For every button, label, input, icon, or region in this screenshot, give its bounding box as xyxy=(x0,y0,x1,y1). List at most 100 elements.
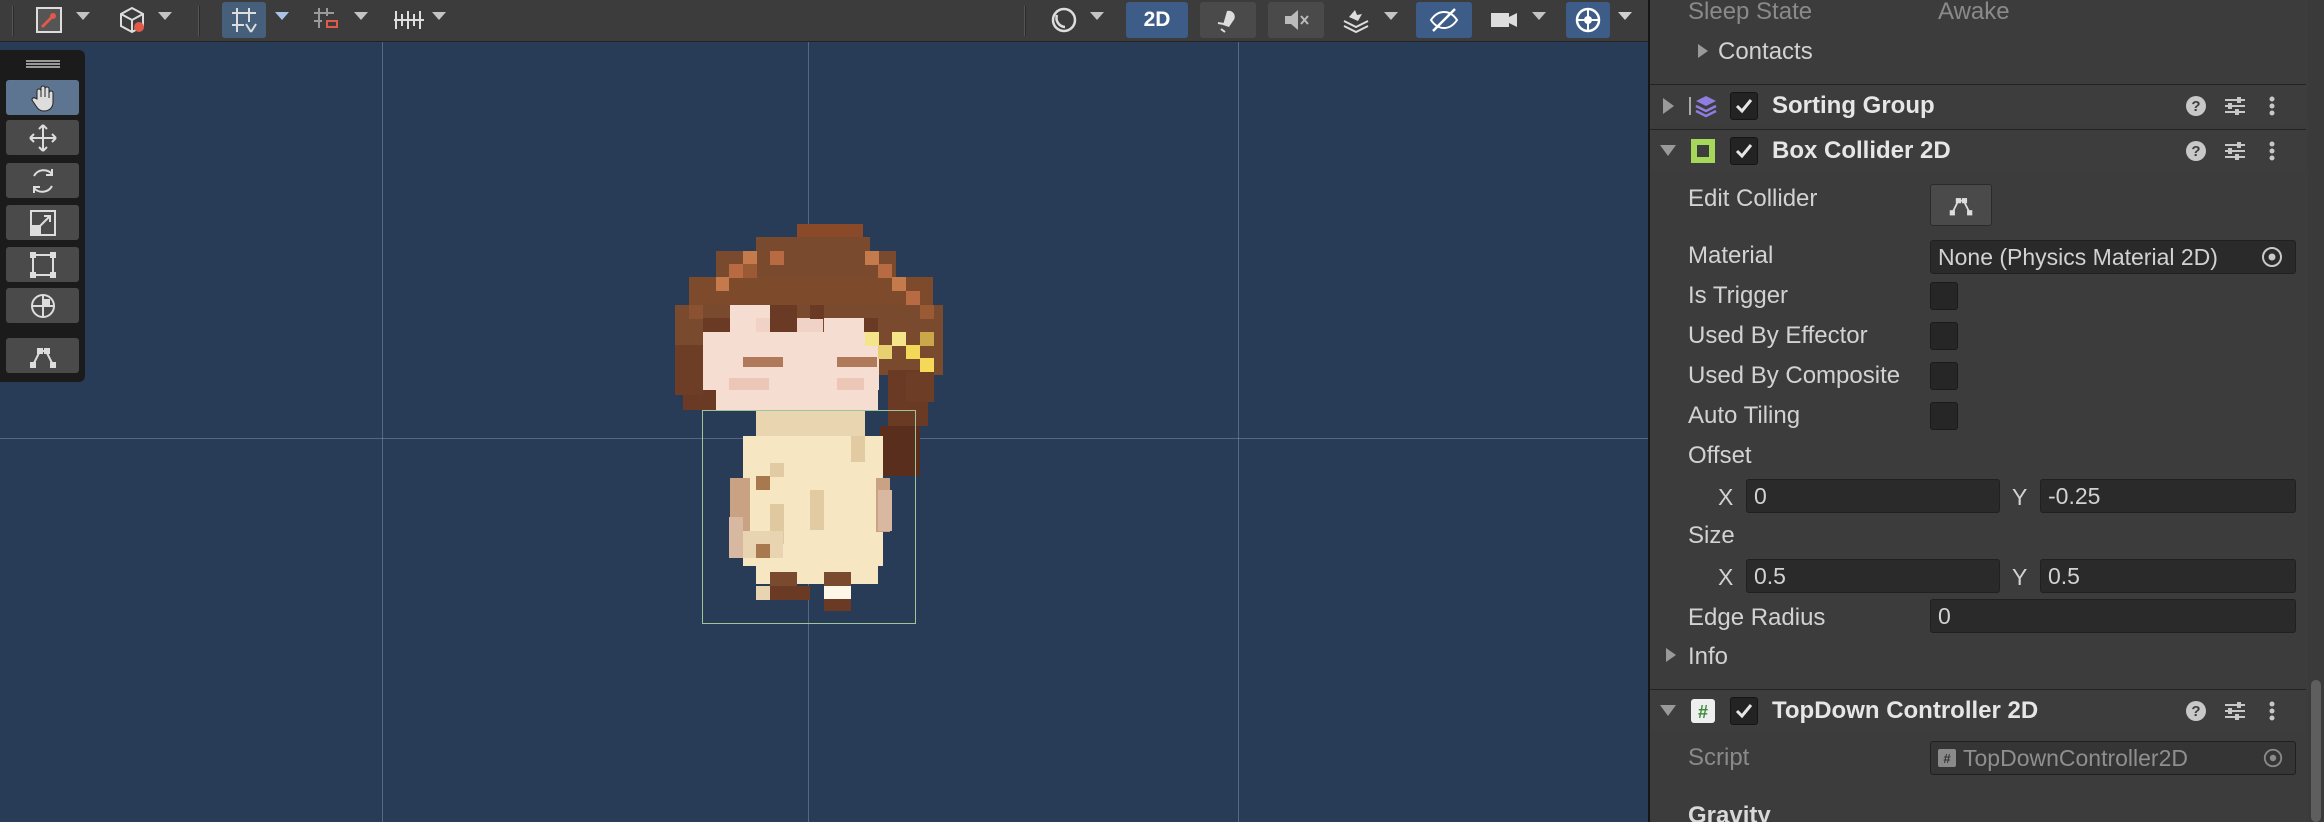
box-collider-foldout-icon[interactable] xyxy=(1660,145,1676,156)
auto-tiling-checkbox[interactable] xyxy=(1930,402,1958,430)
move-tool-button[interactable] xyxy=(6,120,79,155)
effects-button[interactable] xyxy=(1338,2,1374,38)
size-x-label: X xyxy=(1718,564,1734,590)
topdown-controller-foldout-icon[interactable] xyxy=(1660,705,1676,716)
draw-mode-dropdown-icon[interactable] xyxy=(76,12,90,20)
camera-dropdown-icon[interactable] xyxy=(1532,12,1546,20)
gizmo-icon xyxy=(1575,7,1601,33)
object-picker-icon xyxy=(2263,748,2283,768)
shading-dropdown-icon[interactable] xyxy=(158,12,172,20)
script-value: TopDownController2D xyxy=(1963,744,2188,771)
offset-x-field[interactable]: 0 xyxy=(1746,479,2000,513)
help-icon[interactable]: ? xyxy=(2184,94,2208,118)
edit-collider-label: Edit Collider xyxy=(1688,185,1818,212)
topdown-controller-header[interactable]: # TopDown Controller 2D ? xyxy=(1650,689,2306,731)
shading-mode-dropdown-icon[interactable] xyxy=(1090,12,1104,20)
rotate-tool-button[interactable] xyxy=(6,163,79,198)
box-collider-enabled-checkbox[interactable] xyxy=(1730,136,1758,165)
toolbar-separator xyxy=(198,6,200,36)
info-foldout-icon[interactable] xyxy=(1666,648,1676,662)
effects-dropdown-icon[interactable] xyxy=(1384,12,1398,20)
size-y-field[interactable]: 0.5 xyxy=(2040,559,2296,593)
toolbar-separator xyxy=(1024,6,1026,36)
grid-dropdown-icon[interactable] xyxy=(275,12,289,20)
svg-text:#: # xyxy=(1943,751,1951,766)
edge-radius-field[interactable]: 0 xyxy=(1930,599,2296,633)
gravity-section-label: Gravity xyxy=(1688,802,1771,822)
grid-visibility-button[interactable] xyxy=(222,2,266,38)
rect-tool-button[interactable] xyxy=(6,247,79,282)
scrollbar-thumb[interactable] xyxy=(2311,680,2321,822)
used-by-composite-checkbox[interactable] xyxy=(1930,362,1958,390)
presets-icon[interactable] xyxy=(2223,139,2247,163)
used-by-effector-checkbox[interactable] xyxy=(1930,322,1958,350)
help-icon[interactable]: ? xyxy=(2184,139,2208,163)
mute-icon xyxy=(1285,10,1309,30)
scale-tool-button[interactable] xyxy=(6,205,79,240)
camera-settings-button[interactable] xyxy=(1486,2,1522,38)
box-collider-header[interactable]: Box Collider 2D ? xyxy=(1650,129,2306,171)
shading-mode-button[interactable] xyxy=(1046,2,1082,38)
offset-x-value: 0 xyxy=(1754,482,1767,509)
draw-mode-button[interactable] xyxy=(32,2,66,38)
used-by-composite-label: Used By Composite xyxy=(1688,362,1901,389)
contacts-foldout-icon[interactable] xyxy=(1698,44,1708,58)
object-picker-icon[interactable] xyxy=(2260,245,2284,269)
hand-tool-button[interactable] xyxy=(6,80,79,115)
edge-radius-value: 0 xyxy=(1938,602,1951,629)
presets-icon[interactable] xyxy=(2223,94,2247,118)
more-options-icon[interactable] xyxy=(2260,94,2284,118)
gizmo-shading-button[interactable] xyxy=(114,2,150,38)
sorting-group-foldout-icon[interactable] xyxy=(1663,97,1674,114)
draw-mode-icon xyxy=(36,7,62,33)
svg-text:#: # xyxy=(1698,702,1708,722)
script-field: TopDownController2D xyxy=(1930,741,2296,775)
gizmos-toggle[interactable] xyxy=(1566,2,1610,38)
presets-icon[interactable] xyxy=(2223,699,2247,723)
rotate-icon xyxy=(32,168,53,193)
snap-dropdown-icon[interactable] xyxy=(354,12,368,20)
view-2d-toggle[interactable]: 2D xyxy=(1126,2,1188,38)
scene-view[interactable]: 2D xyxy=(0,0,1648,822)
offset-x-label: X xyxy=(1718,484,1734,510)
sorting-group-enabled-checkbox[interactable] xyxy=(1730,91,1758,120)
more-options-icon[interactable] xyxy=(2260,699,2284,723)
sphere-icon xyxy=(1051,7,1077,33)
view-2d-label: 2D xyxy=(1143,8,1171,31)
gizmos-dropdown-icon[interactable] xyxy=(1618,12,1632,20)
auto-tiling-label: Auto Tiling xyxy=(1688,402,1801,429)
light-bulb-icon xyxy=(1217,10,1235,33)
offset-y-value: -0.25 xyxy=(2048,482,2101,509)
increment-snap-button[interactable] xyxy=(388,2,430,38)
topdown-controller-enabled-checkbox[interactable] xyxy=(1730,696,1758,725)
grid-snap-button[interactable] xyxy=(308,2,344,38)
edit-collider-tool-button[interactable] xyxy=(6,338,79,373)
increment-dropdown-icon[interactable] xyxy=(432,12,446,20)
material-field[interactable]: None (Physics Material 2D) xyxy=(1930,240,2296,274)
is-trigger-checkbox[interactable] xyxy=(1930,282,1958,310)
scene-lighting-toggle[interactable] xyxy=(1200,2,1256,38)
edit-collider-button[interactable] xyxy=(1930,184,1992,226)
size-x-field[interactable]: 0.5 xyxy=(1746,559,2000,593)
transform-icon xyxy=(30,293,55,318)
inspector-scrollbar[interactable] xyxy=(2308,0,2324,822)
palette-grip[interactable] xyxy=(26,60,60,68)
sorting-group-header[interactable]: Sorting Group ? xyxy=(1650,84,2306,126)
contacts-label[interactable]: Contacts xyxy=(1718,38,1813,66)
checkmark-icon xyxy=(1735,143,1753,158)
scene-visibility-toggle[interactable] xyxy=(1416,2,1472,38)
size-y-value: 0.5 xyxy=(2048,562,2080,589)
hand-icon xyxy=(31,85,53,112)
sleep-state-label: Sleep State xyxy=(1688,0,1813,25)
more-options-icon[interactable] xyxy=(2260,139,2284,163)
offset-y-field[interactable]: -0.25 xyxy=(2040,479,2296,513)
transform-tool-button[interactable] xyxy=(6,288,79,323)
box-collider-outline[interactable] xyxy=(702,410,916,624)
move-icon xyxy=(28,123,57,152)
size-label: Size xyxy=(1688,522,1735,549)
help-icon[interactable]: ? xyxy=(2184,699,2208,723)
hidden-eye-icon xyxy=(1429,8,1459,32)
info-label[interactable]: Info xyxy=(1688,643,1728,671)
svg-text:?: ? xyxy=(2191,143,2200,160)
audio-toggle[interactable] xyxy=(1268,2,1324,38)
